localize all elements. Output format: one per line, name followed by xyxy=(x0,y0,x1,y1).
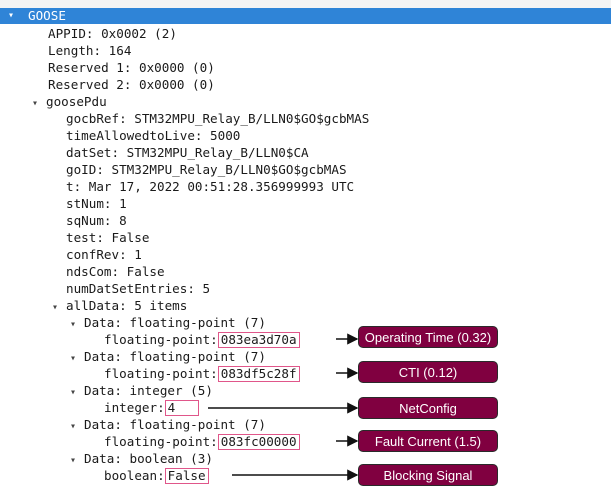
annotation-arrows xyxy=(208,333,359,481)
